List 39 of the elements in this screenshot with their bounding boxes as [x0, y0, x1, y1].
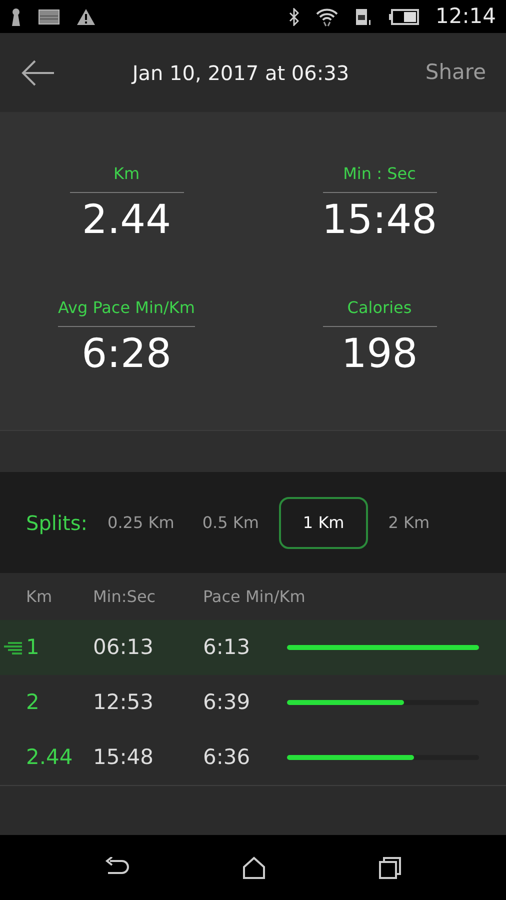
split-option[interactable]: 0.5 Km [194, 498, 267, 546]
share-button[interactable]: Share [425, 56, 486, 88]
split-option[interactable]: 0.25 Km [100, 498, 182, 546]
split-time: 15:48 [93, 744, 155, 771]
split-time: 06:13 [93, 634, 155, 661]
keyhole-icon [10, 8, 22, 26]
split-pace: 6:39 [203, 688, 252, 716]
stat-value: 6:28 [82, 331, 172, 377]
recent-apps-button[interactable] [378, 855, 402, 880]
battery-icon [389, 8, 420, 24]
image-icon [38, 8, 60, 24]
split-time: 12:53 [93, 688, 155, 716]
splits-label: Splits: [26, 510, 88, 536]
stat-label: Avg Pace Min/Km [58, 296, 196, 327]
back-button[interactable] [20, 58, 56, 86]
split-pace: 6:13 [203, 634, 252, 661]
bluetooth-icon [289, 8, 300, 26]
stat-value: 198 [341, 331, 418, 377]
column-header: Pace Min/Km [203, 586, 306, 608]
column-header: Km [25, 586, 54, 608]
split-km: 1 [26, 634, 40, 661]
speed-lines-icon [4, 640, 22, 654]
split-km: 2 [26, 688, 40, 716]
stat-label: Calories [322, 296, 436, 327]
home-button[interactable] [242, 855, 266, 880]
sim-card-icon [355, 8, 374, 26]
column-header: Min:Sec [93, 586, 157, 608]
stat-value: 2.44 [82, 197, 172, 243]
split-option[interactable]: 2 Km [380, 498, 438, 546]
clock-time: 12:14 [435, 2, 496, 30]
stat-label: Km [70, 162, 184, 193]
split-km: 2.44 [26, 744, 73, 771]
stat-value: 15:48 [322, 197, 438, 243]
wifi-icon [315, 6, 340, 26]
split-option[interactable]: 1 Km [278, 496, 368, 548]
warning-icon [76, 8, 96, 26]
activity-date-title: Jan 10, 2017 at 06:33 [132, 60, 350, 86]
stat-label: Min : Sec [322, 162, 436, 193]
split-pace: 6:36 [203, 744, 252, 771]
